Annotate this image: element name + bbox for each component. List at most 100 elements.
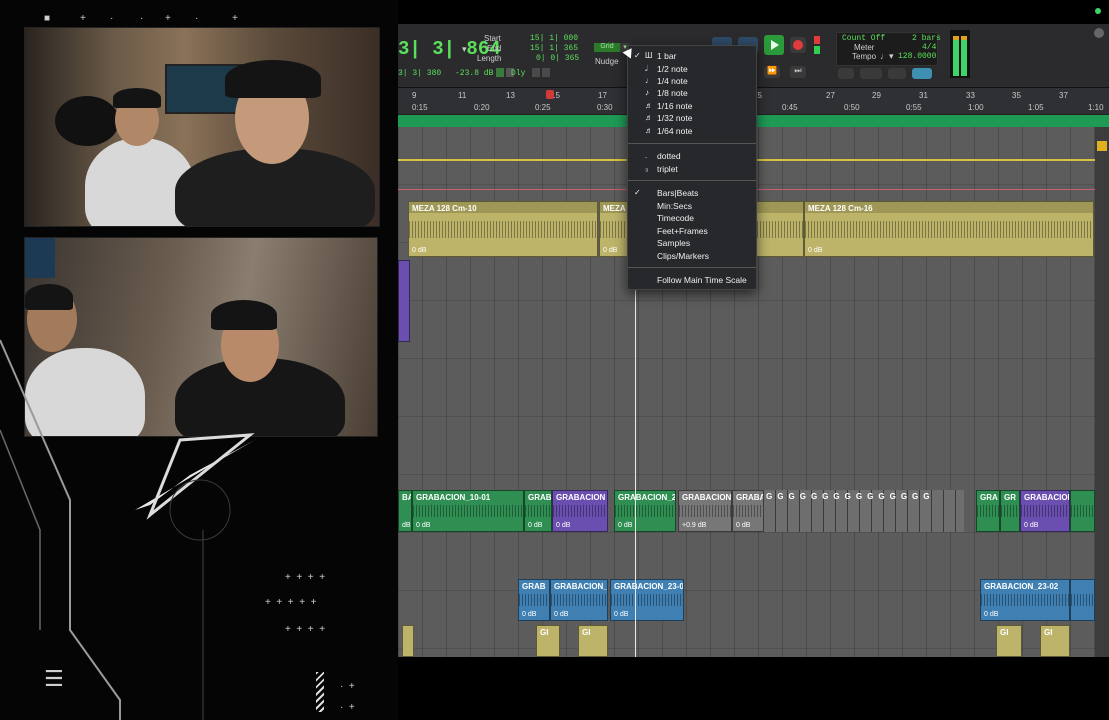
- clip-gain: 0 dB: [736, 522, 751, 529]
- scroll-marker-icon[interactable]: [1097, 141, 1107, 151]
- clip-name: G: [867, 492, 879, 501]
- deco-plus-icon: · +: [340, 702, 355, 713]
- midi-merge-button[interactable]: [838, 68, 854, 79]
- clip-gain: 0 dB: [808, 247, 823, 254]
- audio-clip[interactable]: GRABACION_10-01 0 dB: [412, 490, 524, 532]
- clip-name: G: [900, 492, 913, 501]
- menu-item-quarter-note[interactable]: ♩ 1/4 note: [628, 76, 756, 88]
- dly-label[interactable]: Dly: [511, 69, 525, 78]
- dly-toggle[interactable]: [532, 68, 540, 77]
- microphone-shape: [55, 96, 119, 146]
- time-tick: 0:50: [844, 103, 860, 112]
- menu-item-triplet[interactable]: ₃ triplet: [628, 164, 756, 176]
- meter-value[interactable]: 4/4: [922, 43, 936, 52]
- audio-clip[interactable]: GRABACION 0 dB: [552, 490, 608, 532]
- db-readout: -23.8 dB: [455, 69, 494, 78]
- menu-item-1-bar[interactable]: ✓ Ш 1 bar: [628, 51, 756, 63]
- audio-clip[interactable]: GRABA( 0 dB: [732, 490, 764, 532]
- deco-plus-icon: +: [232, 13, 238, 24]
- window-close-icon[interactable]: [1094, 28, 1104, 38]
- menu-item-follow-main-time-scale[interactable]: Follow Main Time Scale: [628, 275, 756, 287]
- clip-waveform: [413, 505, 523, 518]
- bar-tick: 9: [412, 91, 417, 100]
- audio-clip[interactable]: GRAB 0 dB: [524, 490, 552, 532]
- bar-tick: 17: [598, 91, 607, 100]
- menu-item-bars-beats[interactable]: ✓ Bars|Beats: [628, 188, 756, 200]
- menu-item-label: 1/2 note: [657, 64, 688, 74]
- conductor-button[interactable]: [888, 68, 906, 79]
- audio-clip[interactable]: BA dB: [398, 490, 412, 532]
- small-clips-group[interactable]: GGGGGGGGGGGGGGG: [764, 490, 964, 532]
- prefs-toggle[interactable]: [542, 68, 550, 77]
- audio-clip[interactable]: GRABACIOI 0 dB: [1020, 490, 1070, 532]
- audio-clip[interactable]: GRABACION_23-02 0 dB: [980, 579, 1070, 621]
- deco-plus-grid-icon: + + + +: [285, 624, 326, 635]
- menu-item-clips-markers[interactable]: Clips/Markers: [628, 251, 756, 263]
- audio-clip[interactable]: GRA: [976, 490, 1000, 532]
- audio-clip[interactable]: GRABACION_23-0 0 dB: [610, 579, 684, 621]
- deco-dot-icon: ·: [195, 13, 199, 24]
- go-to-end-button[interactable]: ⏭: [790, 66, 806, 78]
- play-button[interactable]: [764, 35, 784, 55]
- bottom-region: [398, 657, 1109, 720]
- menu-item-sixteenth-note[interactable]: ♬ 1/16 note: [628, 101, 756, 113]
- deco-plus-icon: +: [165, 13, 171, 24]
- fade-clip[interactable]: GI: [1040, 625, 1070, 657]
- audio-clip[interactable]: GRABACION_2 0 dB: [614, 490, 676, 532]
- menu-item-dotted[interactable]: . dotted: [628, 151, 756, 163]
- menu-item-samples[interactable]: Samples: [628, 238, 756, 250]
- menu-item-feet-frames[interactable]: Feet+Frames: [628, 226, 756, 238]
- count-off-value[interactable]: 2 bars: [912, 34, 941, 43]
- fade-clip[interactable]: [402, 625, 414, 657]
- menu-item-eighth-note[interactable]: ♪ 1/8 note: [628, 88, 756, 100]
- nudge-label[interactable]: Nudge: [595, 57, 619, 66]
- audio-clip[interactable]: GR: [1000, 490, 1020, 532]
- grid-button[interactable]: Grid: [594, 43, 620, 52]
- fade-clip[interactable]: GI: [996, 625, 1022, 657]
- marker-icon[interactable]: [546, 90, 554, 99]
- counter-dropdown-icon[interactable]: ▾: [462, 44, 467, 55]
- audio-clip[interactable]: GRABACION_ 0 dB: [550, 579, 608, 621]
- clip-name: GRA: [980, 493, 998, 502]
- menu-item-half-note[interactable]: 𝅗𝅥 1/2 note: [628, 64, 756, 76]
- time-tick: 0:55: [906, 103, 922, 112]
- length-value[interactable]: 0| 0| 365: [536, 54, 579, 63]
- menu-item-timecode[interactable]: Timecode: [628, 213, 756, 225]
- meter-right-channel: [961, 36, 967, 76]
- audio-clip[interactable]: [756, 201, 804, 257]
- menu-item-min-secs[interactable]: Min:Secs: [628, 201, 756, 213]
- clip-name: G: [799, 492, 811, 501]
- audio-clip[interactable]: [1070, 490, 1095, 532]
- clip-name: G: [833, 492, 845, 501]
- menu-item-thirty-second-note[interactable]: ♬ 1/32 note: [628, 113, 756, 125]
- end-value[interactable]: 15| 1| 365: [530, 44, 578, 53]
- clip-name: GRABACION_10-01: [416, 493, 491, 502]
- menu-item-sixty-fourth-note[interactable]: ♬ 1/64 note: [628, 126, 756, 138]
- time-tick: 0:30: [597, 103, 613, 112]
- audio-clip[interactable]: GRAB 0 dB: [518, 579, 550, 621]
- audio-clip[interactable]: MEZA 128 Cm-10 0 dB: [408, 201, 598, 257]
- audio-clip[interactable]: MEZA 128 Cm-16 0 dB: [804, 201, 1094, 257]
- record-button[interactable]: [790, 37, 806, 53]
- count-off-label[interactable]: Count Off: [842, 34, 885, 43]
- quarter-note-icon[interactable]: ♩▾: [880, 51, 894, 62]
- bar-tick: 33: [966, 91, 975, 100]
- audio-clip[interactable]: [1070, 579, 1095, 621]
- wait-for-note-button[interactable]: [860, 68, 882, 79]
- clip-name: GRABACION_: [554, 582, 608, 591]
- audio-clip[interactable]: GRABACION_ +0.9 dB: [678, 490, 732, 532]
- clip-name: G: [844, 492, 856, 501]
- fade-clip[interactable]: GI: [536, 625, 560, 657]
- clip-waveform: [977, 505, 999, 518]
- sync-icon[interactable]: [496, 68, 504, 77]
- fast-forward-button[interactable]: ⏩: [764, 66, 780, 78]
- monitor-edge: [25, 238, 55, 278]
- audio-clip[interactable]: MEZA 0 dB: [599, 201, 629, 257]
- vertical-scrollbar[interactable]: [1095, 127, 1109, 657]
- click-button[interactable]: [912, 68, 932, 79]
- fade-clip[interactable]: GI: [578, 625, 608, 657]
- midi-clip[interactable]: [398, 260, 410, 342]
- tempo-value[interactable]: 128.0000: [898, 52, 936, 61]
- deco-plus-grid-icon: + + + + +: [265, 597, 317, 608]
- start-value[interactable]: 15| 1| 000: [530, 34, 578, 43]
